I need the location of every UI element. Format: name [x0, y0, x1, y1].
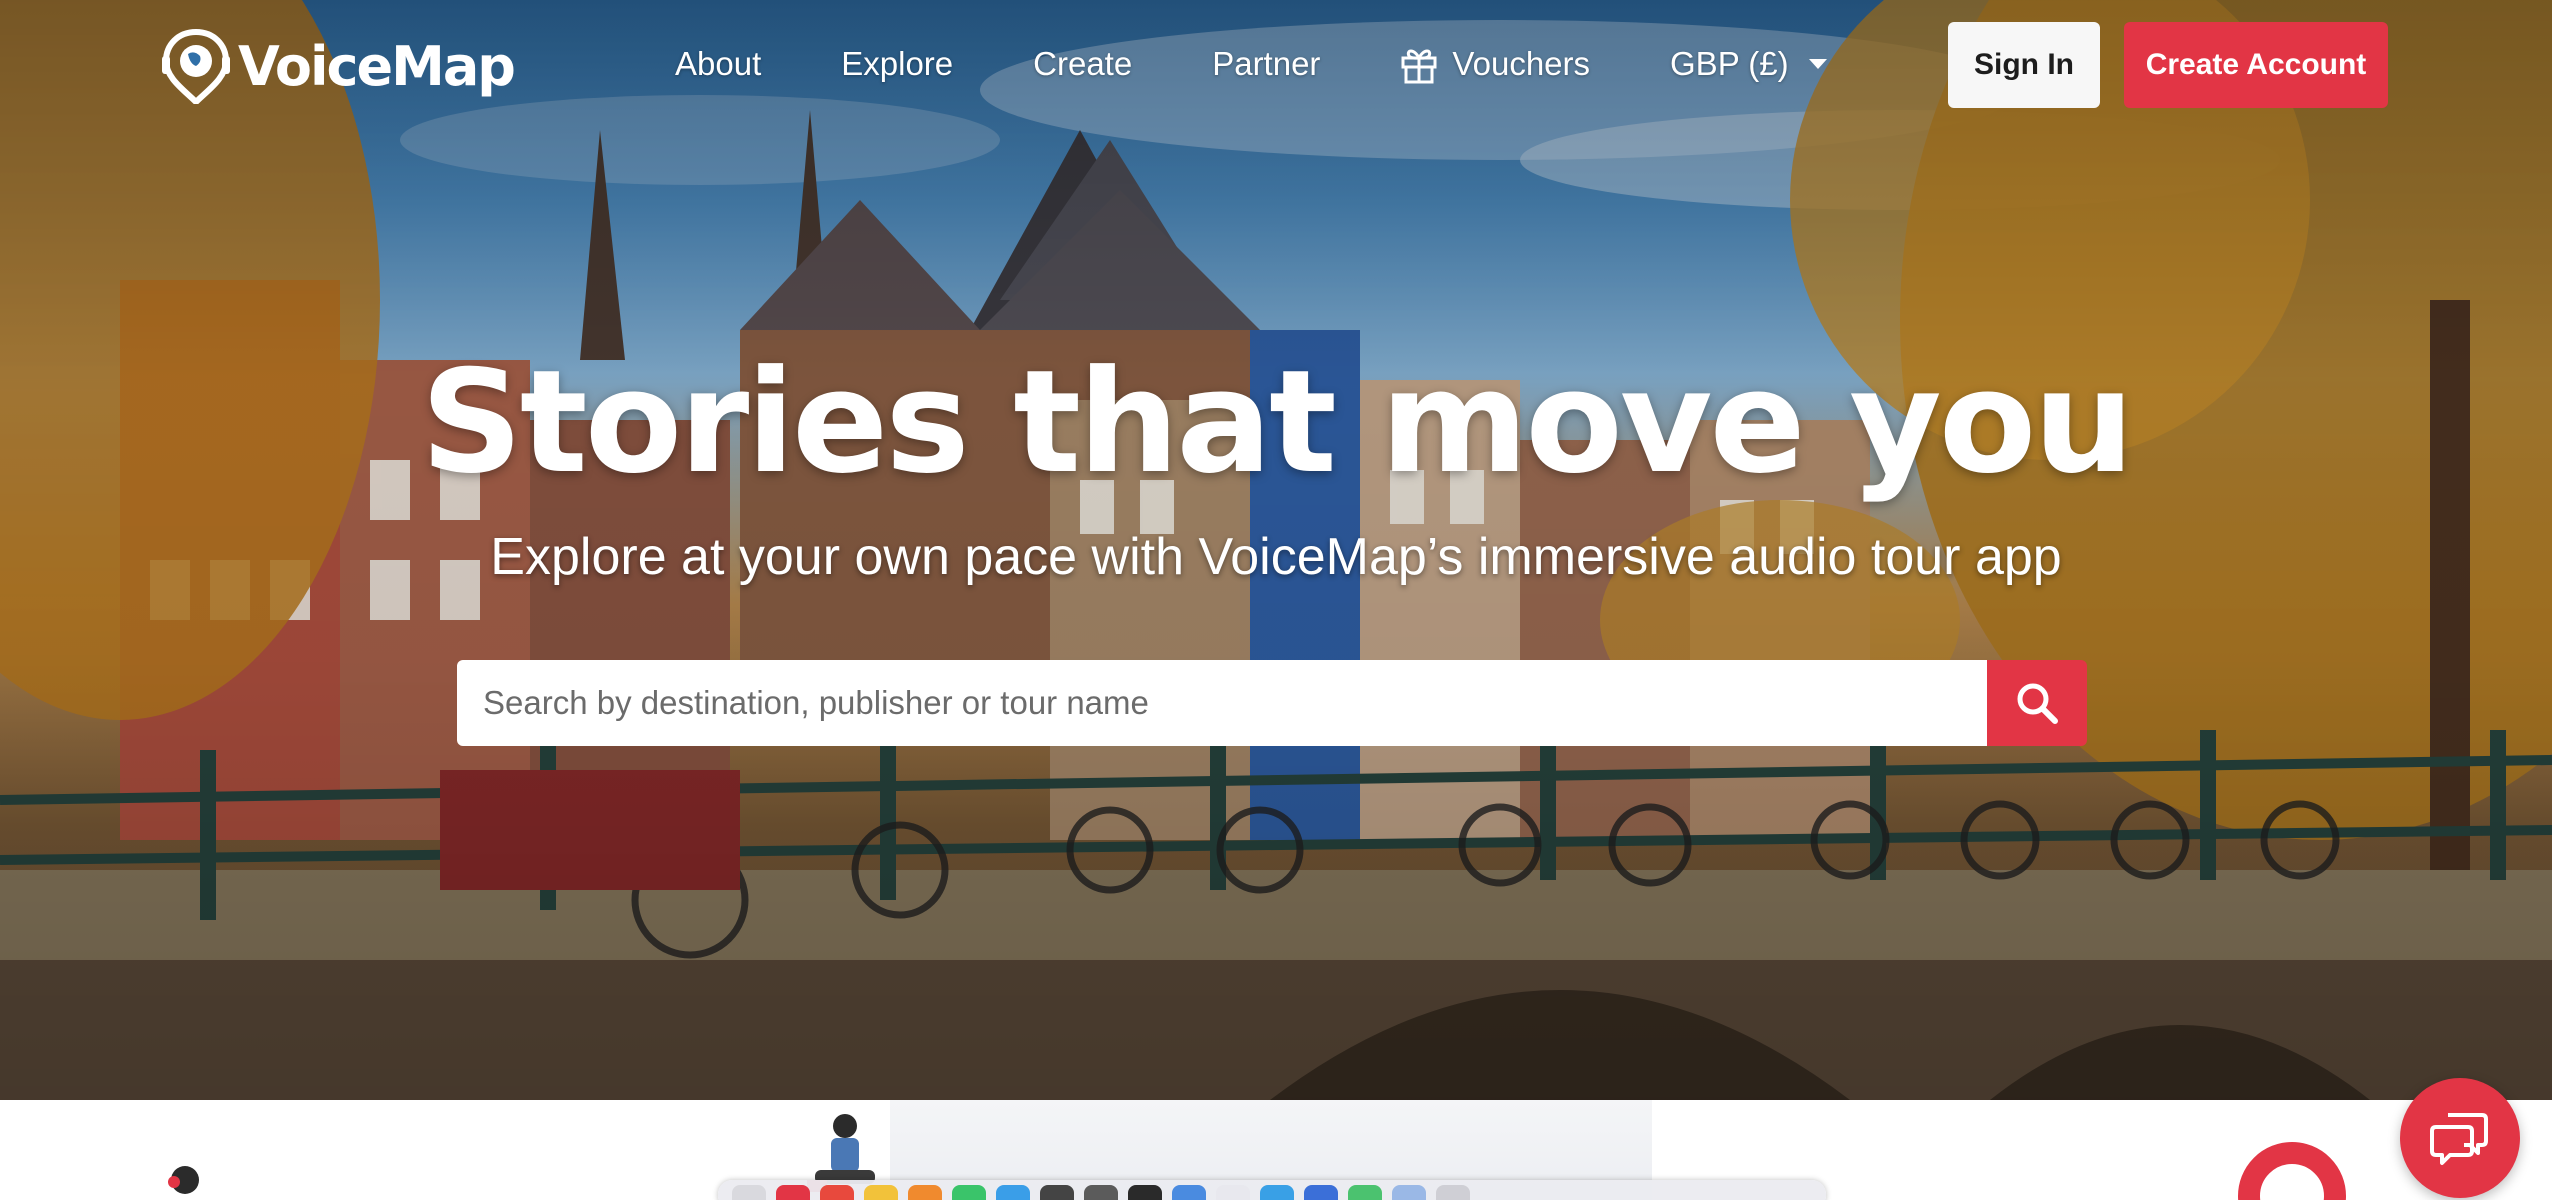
page: VoiceMap About Explore Create Partner Vo… — [0, 0, 2552, 1200]
dock-app-trash-icon[interactable] — [1436, 1185, 1470, 1200]
illustration-person-left — [168, 1166, 199, 1194]
search-form — [457, 660, 2087, 746]
voicemap-logo[interactable]: VoiceMap — [160, 28, 516, 104]
nav-link-about[interactable]: About — [675, 45, 761, 83]
dock-app-calendar-icon[interactable] — [776, 1185, 810, 1200]
dock-app-settings-icon[interactable] — [1084, 1185, 1118, 1200]
search-icon — [2017, 683, 2058, 724]
dock-app-twitter-icon[interactable] — [1260, 1185, 1294, 1200]
dock-app-docs-icon[interactable] — [1216, 1185, 1250, 1200]
hero-headline: Stories that move you — [420, 340, 2135, 505]
nav-link-create[interactable]: Create — [1033, 45, 1132, 83]
hero-subheadline: Explore at your own pace with VoiceMap’s… — [490, 528, 2062, 586]
macos-dock — [718, 1180, 1826, 1200]
dock-app-finder-icon[interactable] — [732, 1185, 766, 1200]
search-input[interactable] — [457, 660, 1987, 746]
nav-link-vouchers-label: Vouchers — [1452, 45, 1591, 82]
currency-selector[interactable]: GBP (£) — [1670, 45, 1827, 83]
nav-link-explore[interactable]: Explore — [841, 45, 953, 83]
dock-app-mail-icon[interactable] — [996, 1185, 1030, 1200]
gift-icon — [1401, 49, 1437, 84]
dock-app-safari-icon[interactable] — [1172, 1185, 1206, 1200]
dock-app-zoom-icon[interactable] — [1304, 1185, 1338, 1200]
dock-app-chrome-icon[interactable] — [820, 1185, 854, 1200]
nav-link-vouchers[interactable]: Vouchers — [1400, 44, 1590, 84]
nav-link-partner[interactable]: Partner — [1212, 45, 1320, 83]
nav-links: About Explore Create Partner Vouchers GB… — [675, 36, 1827, 92]
create-account-button[interactable]: Create Account — [2124, 22, 2388, 108]
dock-app-preview-icon[interactable] — [1392, 1185, 1426, 1200]
dock-app-facetime-icon[interactable] — [1348, 1185, 1382, 1200]
chat-icon — [2430, 1113, 2488, 1165]
dock-app-messages-icon[interactable] — [952, 1185, 986, 1200]
logo-pin-icon — [162, 28, 230, 104]
logo-wordmark: VoiceMap — [238, 34, 516, 98]
search-button[interactable] — [1987, 660, 2087, 746]
dock-app-photos-icon[interactable] — [908, 1185, 942, 1200]
currency-label: GBP (£) — [1670, 45, 1789, 82]
dock-app-notes-icon[interactable] — [864, 1185, 898, 1200]
dock-app-app-icon[interactable] — [1128, 1185, 1162, 1200]
sign-in-button[interactable]: Sign In — [1948, 22, 2100, 108]
dock-app-terminal-icon[interactable] — [1040, 1185, 1074, 1200]
chat-button[interactable] — [2400, 1078, 2520, 1198]
top-navigation: VoiceMap About Explore Create Partner Vo… — [0, 0, 2552, 128]
caret-down-icon — [1808, 59, 1827, 69]
